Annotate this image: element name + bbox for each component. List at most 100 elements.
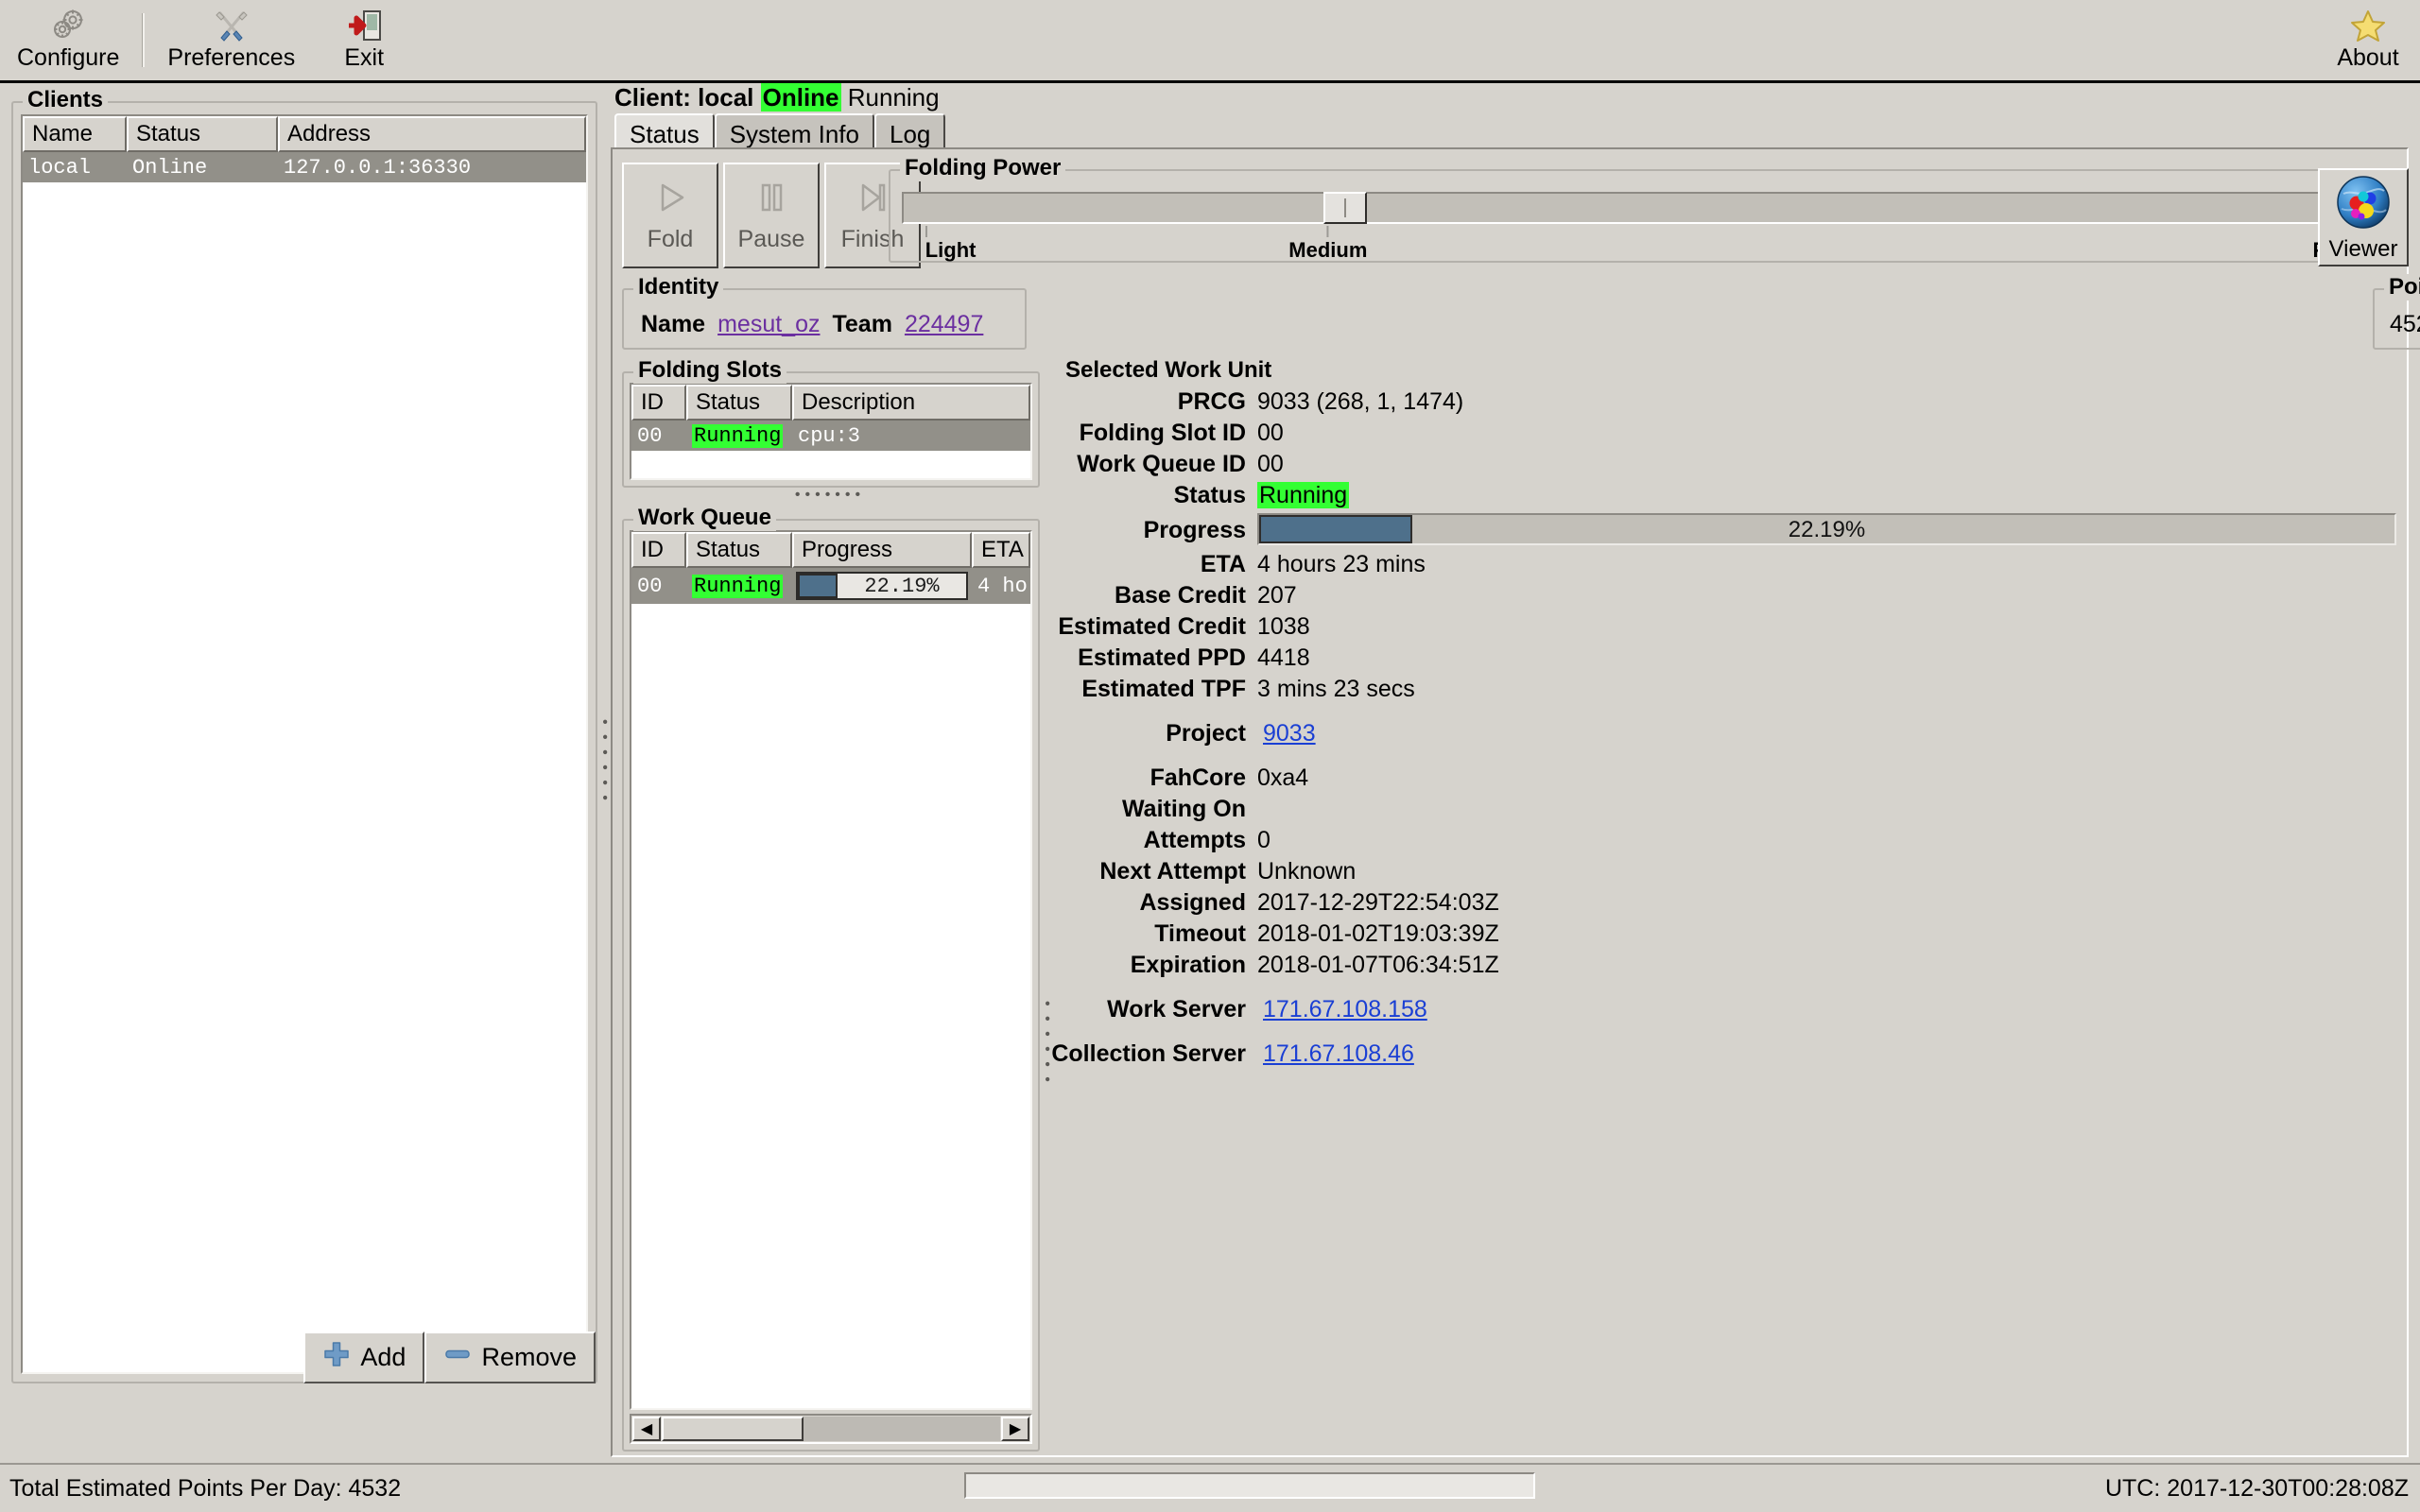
slider-mark-light: Light [925, 226, 977, 263]
exit-label: Exit [344, 44, 385, 72]
wu-value-estimated-tpf: 3 mins 23 secs [1257, 676, 1415, 702]
queue-id: 00 [637, 574, 663, 598]
queue-status-badge: Running [692, 574, 784, 598]
main-toolbar: Configure Preferences Exit About [0, 0, 2420, 83]
wu-label-estimated-ppd: Estimated PPD [1078, 644, 1246, 671]
client-connection-badge: Online [760, 83, 841, 112]
column-header-status[interactable]: Status [127, 116, 278, 152]
wu-value-work-server-link[interactable]: 171.67.108.158 [1263, 994, 2396, 1025]
wu-value-next-attempt: Unknown [1257, 858, 1357, 885]
wu-value-fahcore: 0xa4 [1257, 765, 1309, 791]
wu-label-estimated-tpf: Estimated TPF [1081, 676, 1246, 702]
about-button[interactable]: About [2316, 0, 2420, 80]
client-header: Client: local Online Running [614, 83, 940, 112]
status-bar: Total Estimated Points Per Day: 4532 UTC… [0, 1463, 2420, 1512]
queue-eta: 4 ho [977, 574, 1028, 598]
clients-list[interactable]: Name Status Address local Online 127.0.0… [21, 114, 588, 1374]
scrollbar-thumb[interactable] [662, 1417, 804, 1441]
wu-label-fahcore: FahCore [1150, 765, 1246, 791]
add-client-label: Add [360, 1343, 406, 1371]
slots-column-id[interactable]: ID [631, 385, 686, 421]
wu-label-collection-server: Collection Server [1051, 1040, 1246, 1067]
wu-value-progress-cell: 22.19% [1257, 511, 2396, 549]
wu-label-base-credit: Base Credit [1115, 582, 1246, 609]
finish-icon [853, 178, 892, 222]
clients-panel: Clients Name Status Address local Online… [11, 87, 597, 1383]
folding-power-frame: Light Medium Full [889, 169, 2375, 263]
tick-medium [1326, 226, 1329, 237]
wu-value-attempts: 0 [1257, 827, 1270, 853]
wu-label-folding-slot-id: Folding Slot ID [1079, 420, 1246, 446]
work-queue-row[interactable]: 00 Running 22.19% 4 ho [631, 568, 1030, 604]
folding-slots-title: Folding Slots [633, 357, 786, 384]
splitter-dots-horizontal: ••••••• [794, 487, 866, 503]
add-client-button[interactable]: Add [303, 1332, 425, 1383]
remove-client-button[interactable]: Remove [424, 1332, 596, 1383]
wu-label-status: Status [1173, 482, 1246, 508]
about-label: About [2337, 44, 2399, 72]
fold-controls: Fold Pause Finish [622, 163, 921, 268]
pause-button[interactable]: Pause [723, 163, 820, 268]
wu-gap-3 [1049, 981, 1246, 994]
identity-name-link[interactable]: mesut_oz [717, 311, 820, 338]
wu-gap-2b [1257, 749, 2396, 763]
wu-value-expiration: 2018-01-07T06:34:51Z [1257, 952, 1499, 978]
folding-power-slider-handle[interactable] [1322, 192, 1367, 224]
queue-progress-fill [798, 574, 838, 598]
pause-icon [752, 178, 791, 222]
folding-slots-list[interactable]: ID Status Description 00 Running cpu:3 [630, 383, 1032, 480]
wu-gap-1 [1049, 705, 1246, 718]
caret-right-icon[interactable]: ▶ [1001, 1417, 1029, 1441]
slots-column-description[interactable]: Description [792, 385, 1030, 421]
queue-column-eta[interactable]: ETA [972, 532, 1030, 568]
wu-value-project-link[interactable]: 9033 [1263, 718, 2396, 749]
folding-power-title: Folding Power [900, 155, 1066, 181]
utc-clock: UTC: 2017-12-30T00:28:08Z [2104, 1474, 2409, 1502]
wu-value-collection-server-link[interactable]: 171.67.108.46 [1263, 1039, 2396, 1070]
folding-slots-header: ID Status Description [631, 385, 1030, 421]
viewer-button[interactable]: Viewer [2318, 168, 2409, 266]
clients-frame: Name Status Address local Online 127.0.0… [11, 101, 597, 1383]
configure-button[interactable]: Configure [0, 0, 137, 80]
work-queue-list[interactable]: ID Status Progress ETA 00 Running 22.19%… [630, 530, 1032, 1410]
work-queue-hscrollbar[interactable]: ◀ ▶ [630, 1414, 1032, 1444]
fold-button[interactable]: Fold [622, 163, 718, 268]
clients-list-header: Name Status Address [23, 116, 586, 152]
points-per-day-title: Points Per Day [2384, 274, 2420, 301]
pane-splitter-handle[interactable]: • • • • • • [596, 718, 613, 803]
folding-power-slider[interactable] [902, 192, 2361, 224]
wu-label-eta: ETA [1200, 551, 1246, 577]
total-points-per-day: Total Estimated Points Per Day: 4532 [9, 1474, 402, 1502]
slots-queue-splitter[interactable]: ••••••• [764, 487, 896, 503]
viewer-label: Viewer [2328, 235, 2398, 262]
queue-progress-bar: 22.19% [796, 572, 968, 600]
slider-mark-medium: Medium [1288, 226, 1367, 263]
caret-left-icon[interactable]: ◀ [632, 1417, 661, 1441]
play-icon [650, 178, 690, 222]
column-header-address[interactable]: Address [278, 116, 586, 152]
scrollbar-gutter[interactable] [662, 1417, 1000, 1441]
slots-column-status[interactable]: Status [686, 385, 792, 421]
tick-light [925, 226, 927, 237]
column-header-name[interactable]: Name [23, 116, 127, 152]
points-per-day-value: 4521 [2390, 311, 2420, 337]
fahcontrol-window: Configure Preferences Exit About Clients… [0, 0, 2420, 1512]
exit-button[interactable]: Exit [312, 0, 417, 80]
wu-status-badge: Running [1257, 482, 1350, 508]
wu-gap-3b [1257, 981, 2396, 994]
globe-molecule-icon [2334, 173, 2393, 236]
identity-team-link[interactable]: 224497 [905, 311, 983, 338]
queue-column-progress[interactable]: Progress [792, 532, 972, 568]
preferences-button[interactable]: Preferences [150, 0, 313, 80]
folding-slot-row[interactable]: 00 Running cpu:3 [631, 421, 1030, 451]
client-row-local[interactable]: local Online 127.0.0.1:36330 [23, 152, 586, 182]
star-icon [2349, 8, 2387, 43]
wu-label-waiting-on: Waiting On [1122, 796, 1246, 822]
slider-label-light: Light [925, 238, 977, 262]
wu-gap-1b [1257, 705, 2396, 718]
wu-value-assigned: 2017-12-29T22:54:03Z [1257, 889, 1499, 916]
client-address: 127.0.0.1:36330 [284, 155, 472, 180]
queue-column-status[interactable]: Status [686, 532, 792, 568]
queue-column-id[interactable]: ID [631, 532, 686, 568]
